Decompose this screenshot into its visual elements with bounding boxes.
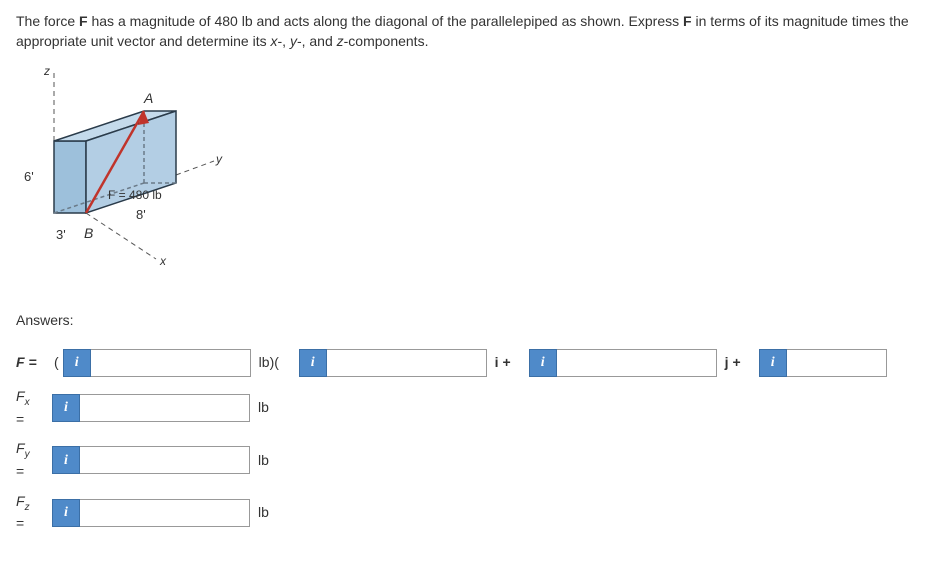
force-label: F = 480 lb bbox=[108, 188, 162, 202]
open-paren: ( bbox=[54, 353, 59, 373]
input-Fy[interactable] bbox=[80, 446, 250, 474]
info-icon[interactable]: i bbox=[52, 446, 80, 474]
point-B-label: B bbox=[84, 225, 93, 241]
input-Fx[interactable] bbox=[80, 394, 250, 422]
row-Fx: Fx = i lb bbox=[16, 387, 923, 429]
axis-y: y bbox=[290, 33, 297, 49]
label-Fx: Fx = bbox=[16, 387, 52, 429]
unit-lb: lb bbox=[258, 451, 292, 471]
point-A-label: A bbox=[143, 90, 153, 106]
input-F-i[interactable] bbox=[327, 349, 487, 377]
unit-lb: lb bbox=[258, 503, 292, 523]
answers-heading: Answers: bbox=[16, 311, 923, 331]
label-F: F = bbox=[16, 353, 52, 373]
row-Fz: Fz = i lb bbox=[16, 492, 923, 534]
axis-x-label: x bbox=[159, 254, 167, 268]
force-F: F bbox=[79, 13, 88, 29]
text: -components. bbox=[344, 33, 429, 49]
input-F-k[interactable] bbox=[787, 349, 887, 377]
info-icon[interactable]: i bbox=[529, 349, 557, 377]
axis-z-label: z bbox=[43, 64, 50, 78]
i-plus: i + bbox=[495, 353, 523, 373]
label-Fz: Fz = bbox=[16, 492, 52, 534]
input-F-magnitude[interactable] bbox=[91, 349, 251, 377]
dim-8ft: 8' bbox=[136, 207, 146, 222]
text: -, bbox=[277, 33, 289, 49]
parallelepiped-diagram: z y A B F = 480 lb 6' 3' 8' x bbox=[16, 63, 236, 293]
info-icon[interactable]: i bbox=[299, 349, 327, 377]
dim-3ft: 3' bbox=[56, 227, 66, 242]
problem-statement: The force F has a magnitude of 480 lb an… bbox=[16, 12, 923, 51]
label-Fy: Fy = bbox=[16, 439, 52, 481]
row-F-vector: F = ( i lb)( i i + i j + i bbox=[16, 349, 923, 377]
axis-z: z bbox=[337, 33, 344, 49]
text: has a magnitude of 480 lb and acts along… bbox=[88, 13, 683, 29]
text: The force bbox=[16, 13, 79, 29]
j-plus: j + bbox=[725, 353, 753, 373]
text: -, and bbox=[297, 33, 337, 49]
input-F-j[interactable] bbox=[557, 349, 717, 377]
info-icon[interactable]: i bbox=[52, 499, 80, 527]
unit-lb: lb bbox=[258, 398, 292, 418]
force-F: F bbox=[683, 13, 692, 29]
unit-lb-paren: lb)( bbox=[259, 353, 293, 373]
dim-6ft: 6' bbox=[24, 169, 34, 184]
info-icon[interactable]: i bbox=[52, 394, 80, 422]
info-icon[interactable]: i bbox=[759, 349, 787, 377]
info-icon[interactable]: i bbox=[63, 349, 91, 377]
row-Fy: Fy = i lb bbox=[16, 439, 923, 481]
input-Fz[interactable] bbox=[80, 499, 250, 527]
axis-y-label: y bbox=[215, 152, 223, 166]
